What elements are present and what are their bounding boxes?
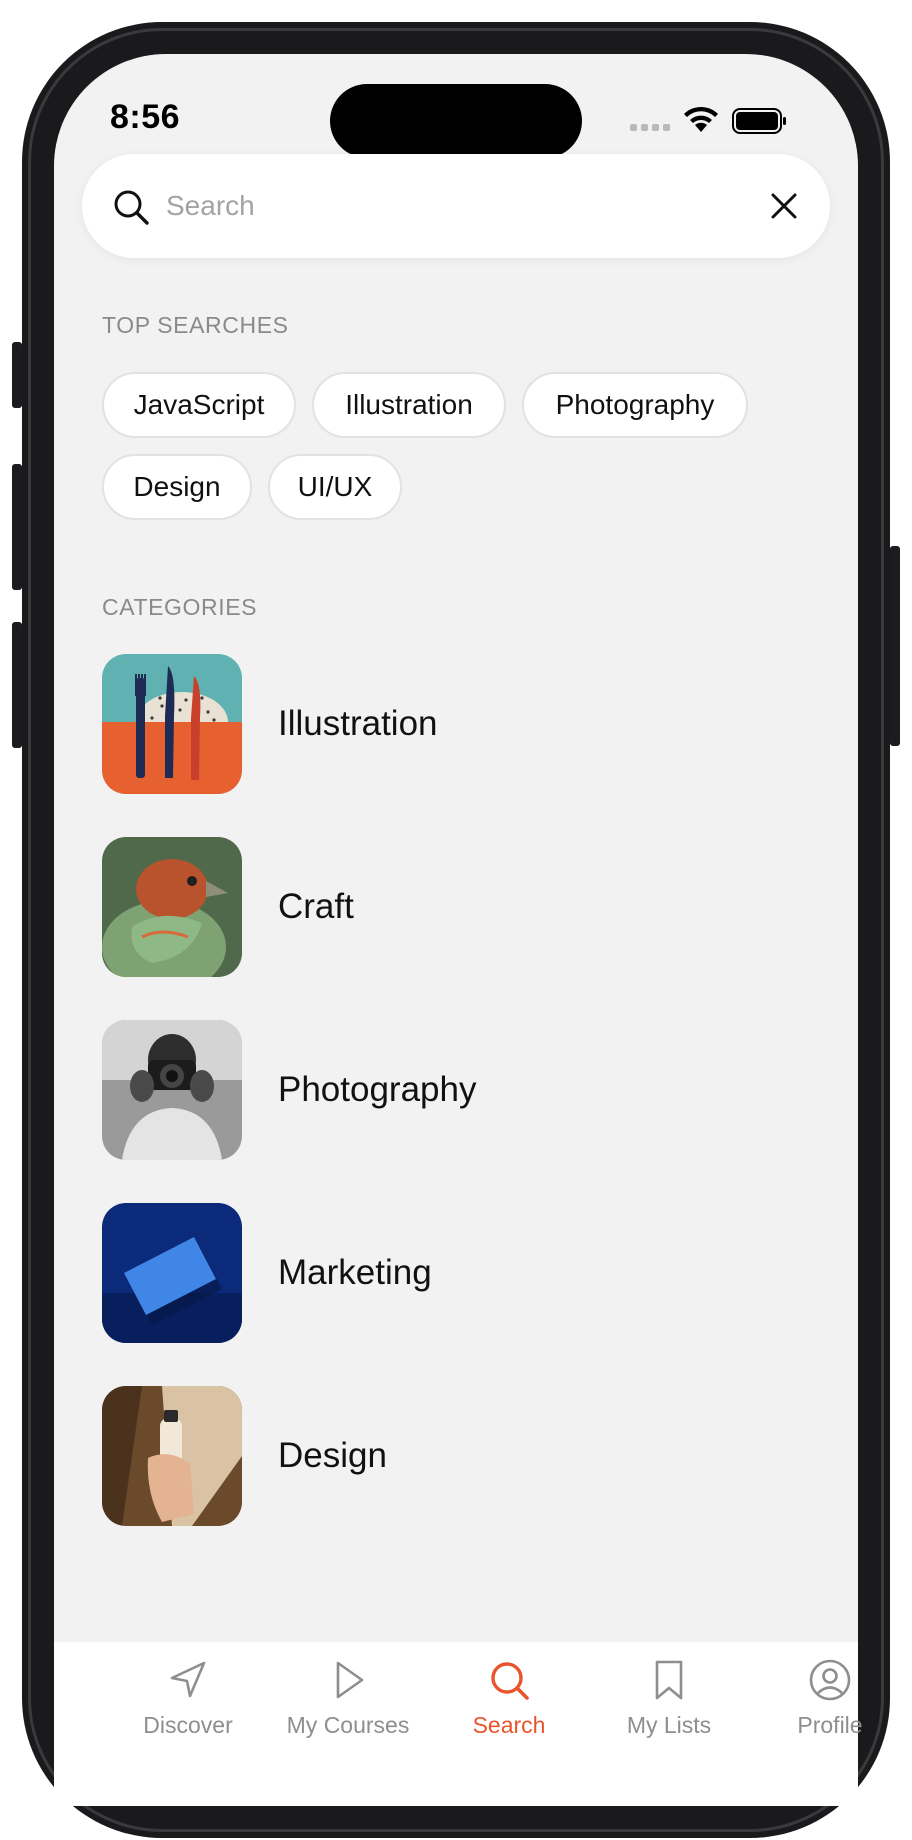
category-label: Illustration xyxy=(278,704,438,743)
device-stage: 8:56 TOP SEARCHES JavaScript Illustratio… xyxy=(0,0,912,1840)
tab-bar: Discover My Courses Search My Lists Prof… xyxy=(54,1642,863,1806)
cellular-signal-icon xyxy=(630,124,670,131)
category-marketing[interactable]: Marketing xyxy=(102,1203,742,1343)
tab-label: Discover xyxy=(143,1712,233,1738)
tab-my-courses[interactable]: My Courses xyxy=(268,1658,428,1758)
category-design[interactable]: Design xyxy=(102,1386,742,1526)
volume-down-button xyxy=(12,622,22,748)
search-bar xyxy=(82,154,830,258)
design-thumbnail xyxy=(102,1386,242,1526)
user-circle-icon xyxy=(809,1659,851,1701)
categories-header: CATEGORIES xyxy=(102,594,258,620)
marketing-thumbnail xyxy=(102,1203,242,1343)
category-craft[interactable]: Craft xyxy=(102,837,742,977)
tab-my-lists[interactable]: My Lists xyxy=(589,1658,749,1758)
photography-thumbnail xyxy=(102,1020,242,1160)
category-label: Marketing xyxy=(278,1253,432,1292)
search-input[interactable] xyxy=(166,178,726,234)
bookmark-icon xyxy=(655,1660,683,1700)
chip-design[interactable]: Design xyxy=(102,454,252,520)
status-time: 8:56 xyxy=(110,98,181,136)
action-button xyxy=(12,342,22,408)
volume-up-button xyxy=(12,464,22,590)
chip-illustration[interactable]: Illustration xyxy=(312,372,506,438)
navigation-arrow-icon xyxy=(170,1661,206,1698)
category-label: Design xyxy=(278,1436,387,1475)
craft-thumbnail xyxy=(102,837,242,977)
illustration-thumbnail xyxy=(102,654,242,794)
tab-label: My Lists xyxy=(626,1712,712,1738)
chip-photography[interactable]: Photography xyxy=(522,372,748,438)
category-photography[interactable]: Photography xyxy=(102,1020,742,1160)
chip-javascript[interactable]: JavaScript xyxy=(102,372,296,438)
tab-discover[interactable]: Discover xyxy=(108,1658,268,1758)
top-searches-header: TOP SEARCHES xyxy=(102,312,289,338)
tab-label: Search xyxy=(472,1712,546,1738)
tab-profile[interactable]: Profile xyxy=(750,1658,910,1758)
tab-search[interactable]: Search xyxy=(429,1658,589,1758)
play-icon xyxy=(336,1661,364,1699)
category-label: Craft xyxy=(278,887,354,926)
category-illustration[interactable]: Illustration xyxy=(102,654,742,794)
dynamic-island xyxy=(330,84,582,158)
search-icon xyxy=(114,190,149,225)
tab-label: Profile xyxy=(797,1712,863,1738)
wifi-icon xyxy=(684,106,718,132)
search-icon xyxy=(491,1662,529,1700)
close-icon[interactable] xyxy=(766,188,802,224)
power-button xyxy=(890,546,900,746)
battery-icon xyxy=(732,108,786,134)
chip-uiux[interactable]: UI/UX xyxy=(268,454,402,520)
category-label: Photography xyxy=(278,1070,477,1109)
tab-label: My Courses xyxy=(286,1712,410,1738)
